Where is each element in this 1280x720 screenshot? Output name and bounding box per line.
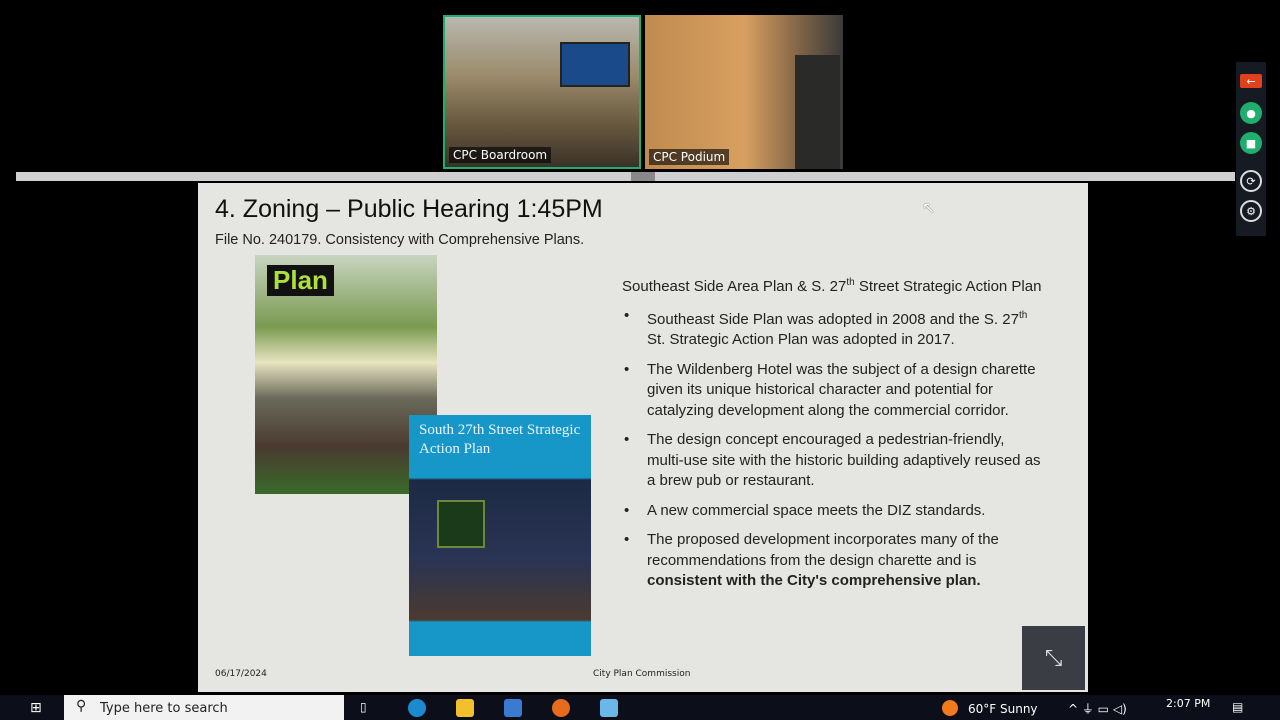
bullet: Southeast Side Plan was adopted in 2008 …: [622, 306, 1042, 351]
task-view-icon[interactable]: ▯: [360, 700, 367, 714]
search-box[interactable]: ⚲ Type here to search: [64, 695, 344, 720]
slide-footer: City Plan Commission: [593, 669, 691, 679]
slide-date: 06/17/2024: [215, 669, 267, 679]
share-icon[interactable]: ⟳: [1240, 170, 1262, 192]
tile-label: CPC Podium: [649, 149, 730, 165]
weather-icon: [942, 700, 958, 716]
mic-icon[interactable]: ●: [1240, 102, 1262, 124]
edge-icon[interactable]: [408, 699, 426, 717]
search-icon: ⚲: [76, 698, 87, 714]
tile-label: CPC Boardroom: [449, 147, 552, 163]
search-placeholder: Type here to search: [100, 701, 228, 716]
heading-text: Street Strategic Action Plan: [854, 278, 1042, 295]
slide-subtitle: File No. 240179. Consistency with Compre…: [215, 232, 585, 248]
bullet-text: St. Strategic Action Plan was adopted in…: [647, 331, 955, 348]
bullet: The Wildenberg Hotel was the subject of …: [622, 360, 1042, 422]
cover-title: South 27th Street Strategic Action Plan: [419, 422, 581, 457]
plan-logo: Plan: [267, 265, 334, 296]
file-explorer-icon[interactable]: [456, 699, 474, 717]
doorway: [795, 55, 840, 169]
presentation-slide: 4. Zoning – Public Hearing 1:45PM File N…: [198, 183, 1088, 692]
heading-text: Southeast Side Area Plan & S. 27: [622, 278, 847, 295]
slide-heading: Southeast Side Area Plan & S. 27th Stree…: [622, 273, 1042, 298]
divider-handle[interactable]: [631, 172, 655, 181]
bullet-sup: th: [1018, 309, 1028, 321]
bullet-bold: consistent with the City's comprehensive…: [647, 572, 981, 589]
resize-divider[interactable]: [16, 172, 1235, 181]
bullet: The proposed development incorporates ma…: [622, 530, 1042, 592]
s27-strategic-plan-cover: South 27th Street Strategic Action Plan: [409, 415, 591, 656]
notifications-icon[interactable]: ▤: [1232, 700, 1243, 714]
camera-icon[interactable]: ■: [1240, 132, 1262, 154]
exit-fullscreen-icon[interactable]: ⤡: [1022, 626, 1085, 690]
tray-icons[interactable]: ^ ⏚ ▭ ◁): [1068, 700, 1127, 717]
leave-icon[interactable]: ←: [1240, 74, 1262, 88]
mouse-cursor-icon: ↖: [922, 198, 936, 217]
settings-icon[interactable]: ⚙: [1240, 200, 1262, 222]
slide-body: Southeast Side Area Plan & S. 27th Stree…: [622, 273, 1042, 601]
room-screen: [560, 42, 630, 87]
firefox-icon[interactable]: [552, 699, 570, 717]
windows-start-icon[interactable]: ⊞: [30, 700, 42, 716]
video-tile-boardroom[interactable]: CPC Boardroom: [443, 15, 641, 169]
bullet: The design concept encouraged a pedestri…: [622, 430, 1042, 492]
clock[interactable]: 2:07 PM: [1166, 697, 1210, 710]
slide-title: 4. Zoning – Public Hearing 1:45PM: [215, 195, 603, 223]
weather-text[interactable]: 60°F Sunny: [968, 702, 1038, 716]
app-icon[interactable]: [600, 699, 618, 717]
video-tile-podium[interactable]: CPC Podium: [645, 15, 843, 169]
bullet: A new commercial space meets the DIZ sta…: [622, 501, 1042, 522]
heading-sup: th: [846, 277, 855, 288]
taskbar: ⊞ ⚲ Type here to search ▯ 60°F Sunny ^ ⏚ …: [0, 695, 1280, 720]
bullet-text: Southeast Side Plan was adopted in 2008 …: [647, 310, 1019, 328]
store-icon[interactable]: [504, 699, 522, 717]
meeting-controls: ← ● ■ ⟳ ⚙: [1236, 62, 1266, 236]
bullet-text: The proposed development incorporates ma…: [647, 531, 999, 569]
sign-image: [437, 500, 485, 548]
